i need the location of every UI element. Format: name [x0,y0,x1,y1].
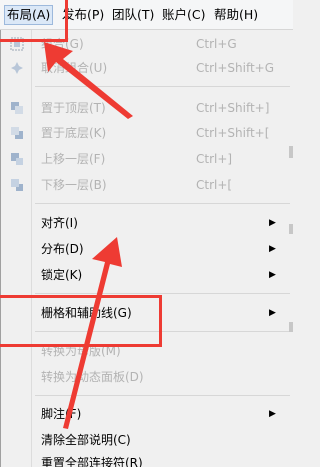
background-fragment [289,322,293,332]
menu-separator [35,86,290,87]
menu-item-label: 置于顶层(T) [41,101,106,115]
menu-item-shortcut: Ctrl+Shift+G [196,61,275,75]
menu-item-distribute[interactable]: 分布(D) ▶ [1,237,293,261]
menu-item-lock[interactable]: 锁定(K) ▶ [1,263,293,287]
menu-item-label: 分布(D) [41,242,84,256]
menu-item-bring-forward[interactable]: 上移一层(F) Ctrl+] [1,147,293,171]
menu-item-shortcut: Ctrl+] [196,152,233,166]
menu-item-label: 取消组合(U) [41,61,108,75]
menu-separator [35,203,290,204]
menu-item-shortcut: Ctrl+G [196,37,237,51]
annotation-highlight-box [0,0,68,42]
submenu-arrow-icon: ▶ [269,244,276,254]
layout-dropdown-menu: 组合(G) Ctrl+G 取消组合(U) Ctrl+Shift+G 置于顶层(T… [0,30,293,467]
menu-item-shortcut: Ctrl+Shift+] [196,101,270,115]
submenu-arrow-icon: ▶ [269,409,276,419]
menu-item-shortcut: Ctrl+Shift+[ [196,126,270,140]
submenu-arrow-icon: ▶ [269,308,276,318]
menu-item-label: 脚注(F) [41,407,82,421]
menu-item-label: 转换为动态面板(D) [41,370,144,384]
menu-item-footnote[interactable]: 脚注(F) ▶ [1,402,293,426]
submenu-arrow-icon: ▶ [269,218,276,228]
menu-item-label: 对齐(I) [41,216,78,230]
menu-separator [35,293,290,294]
menu-item-label: 下移一层(B) [41,178,107,192]
send-to-back-icon [11,127,23,139]
annotation-highlight-box [0,295,162,347]
menu-item-shortcut: Ctrl+[ [196,178,233,192]
ungroup-icon [11,62,23,74]
menu-item-label: 上移一层(F) [41,152,106,166]
menu-item-label: 清除全部说明(C) [41,433,131,447]
menu-item-label: 置于底层(K) [41,126,107,140]
menu-team[interactable]: 团队(T) [110,6,156,24]
background-fragment [289,224,293,234]
bring-forward-icon [11,153,23,165]
menu-item-send-backward[interactable]: 下移一层(B) Ctrl+[ [1,173,293,197]
menu-item-label: 重置全部连接符(R) [41,456,143,467]
menu-item-convert-to-dynamic-panel[interactable]: 转换为动态面板(D) [1,365,293,389]
send-backward-icon [11,179,23,191]
screen: 布局(A) 发布(P) 团队(T) 账户(C) 帮助(H) 组合(G) Ctrl… [0,0,293,467]
background-fragment [289,146,293,158]
menu-item-clear-all-notes[interactable]: 清除全部说明(C) [1,428,293,452]
menu-separator [35,395,290,396]
menu-item-send-to-back[interactable]: 置于底层(K) Ctrl+Shift+[ [1,121,293,145]
menu-item-reset-all-connectors[interactable]: 重置全部连接符(R) [1,451,293,467]
menu-help[interactable]: 帮助(H) [212,6,260,24]
menu-item-align[interactable]: 对齐(I) ▶ [1,211,293,235]
menu-account[interactable]: 账户(C) [160,6,207,24]
menu-item-bring-to-front[interactable]: 置于顶层(T) Ctrl+Shift+] [1,96,293,120]
menu-item-ungroup[interactable]: 取消组合(U) Ctrl+Shift+G [1,56,293,80]
submenu-arrow-icon: ▶ [269,270,276,280]
bring-to-front-icon [11,102,23,114]
menu-item-label: 锁定(K) [41,268,83,282]
